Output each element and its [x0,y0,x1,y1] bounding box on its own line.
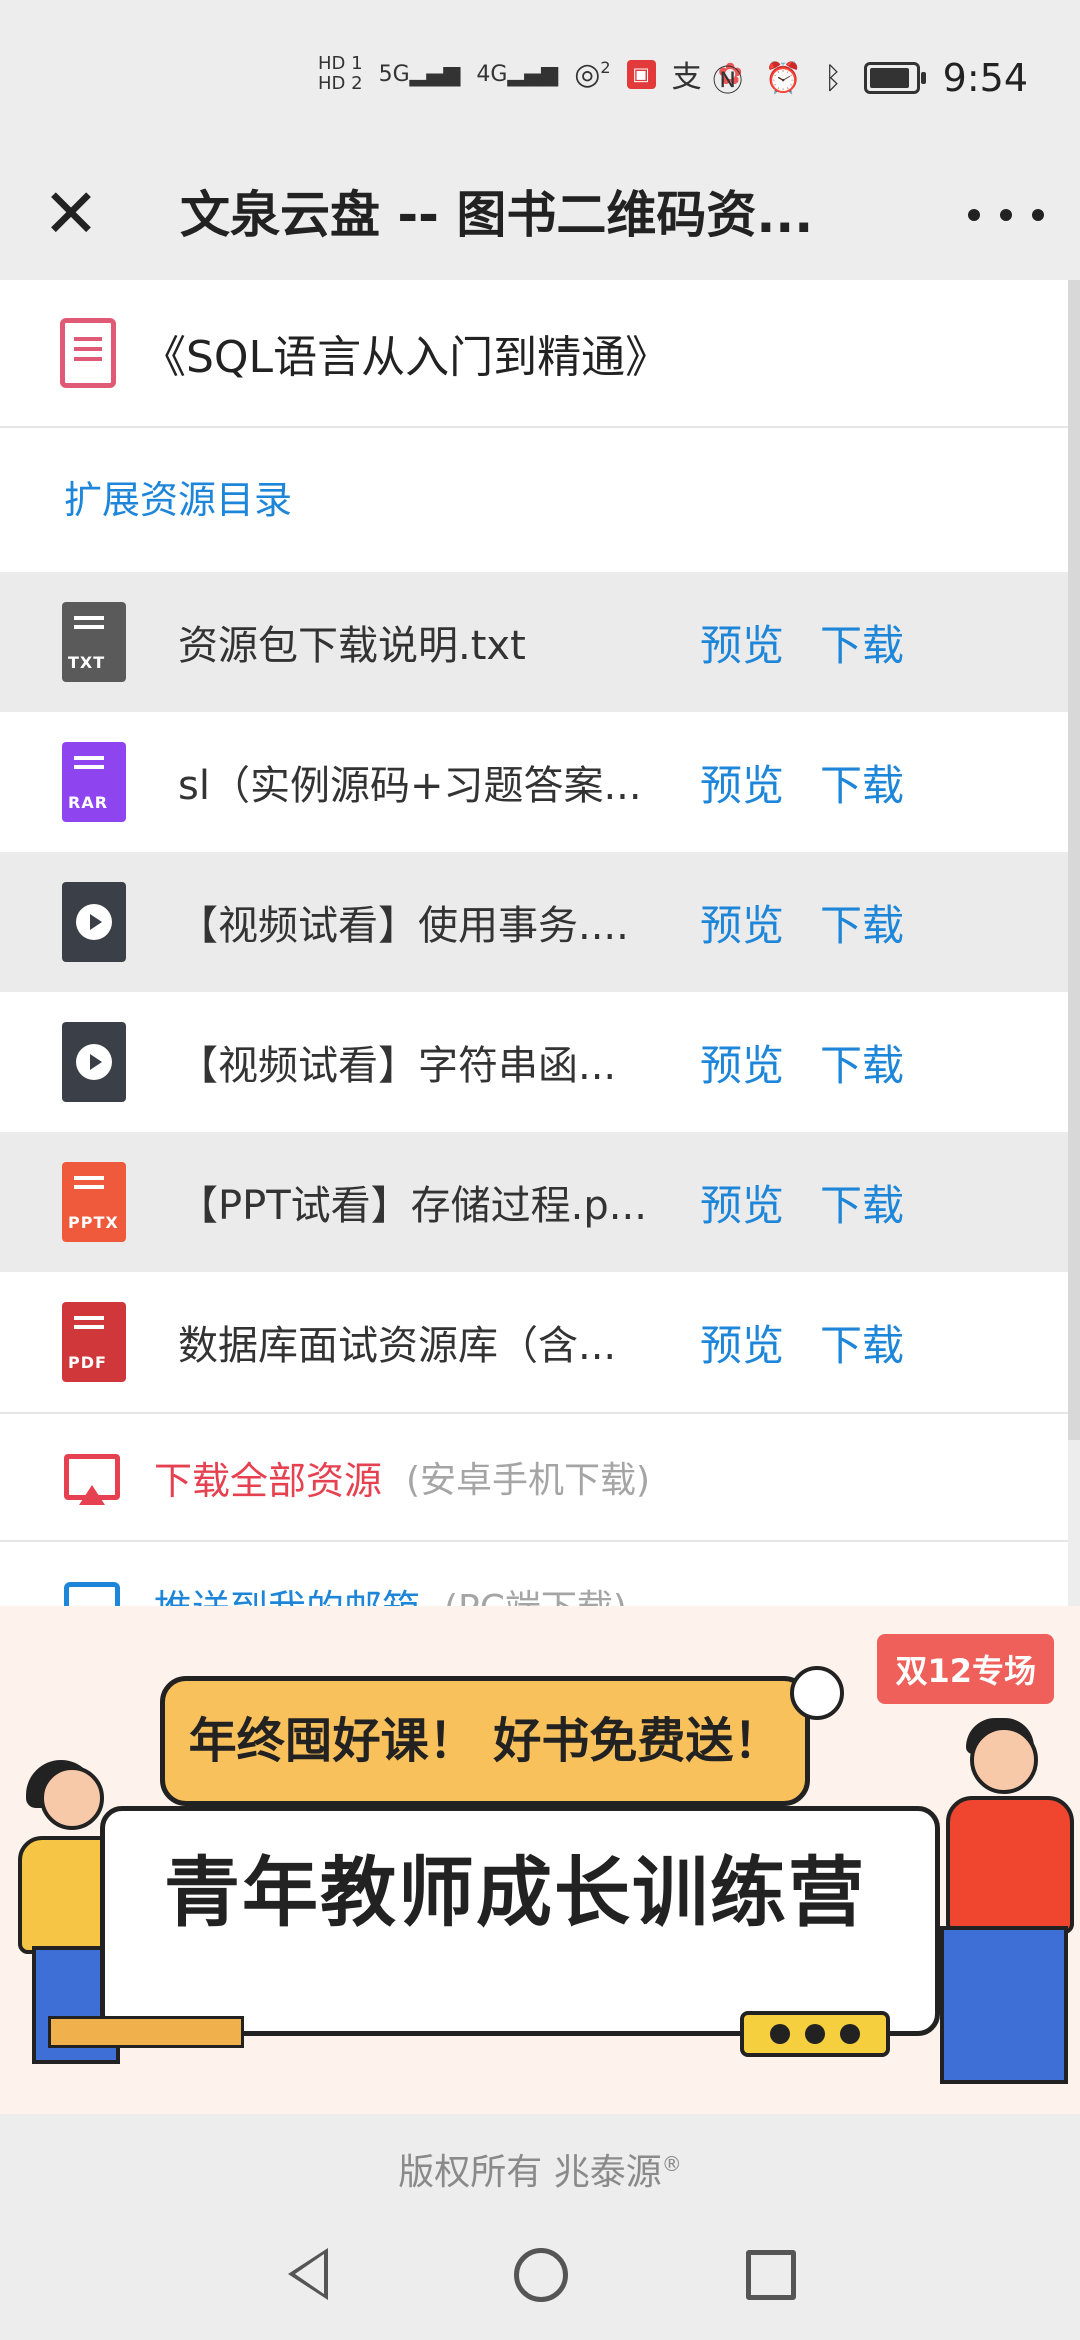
banner-bubble: 年终囤好课！ 好书免费送！ [160,1676,810,1806]
book-title: 《SQL语言从入门到精通》 [142,332,670,383]
pptx-file-icon: PPTX [62,1162,126,1242]
hotspot-icon: ◎2 [574,56,611,92]
preview-button[interactable]: 预览 [700,612,806,673]
dual-sim-indicator: HD 1 HD 2 [318,54,363,94]
book-header: 《SQL语言从入门到精通》 [0,280,1068,428]
banner-badge: 双12专场 [877,1634,1054,1704]
download-button[interactable]: 下载 [820,892,926,953]
file-row: PDF 数据库面试资源库（含... 预览 下载 [0,1272,1068,1412]
download-all-row[interactable]: 下载全部资源 (安卓手机下载) [0,1412,1068,1540]
file-row: TXT 资源包下载说明.txt 预览 下载 [0,572,1068,712]
push-email-row[interactable]: 推送到我的邮箱 (PC端下载) [0,1540,1068,1610]
nfc-icon: Ⓝ [712,64,743,99]
app-notification-icon: ▣ [626,59,656,89]
file-name: 【视频试看】字符串函... [178,1043,617,1089]
status-right-icons: Ⓝ ⏰ ᛒ [712,56,926,100]
ruler-decoration [48,2016,244,2048]
scrollbar[interactable] [1068,280,1080,1440]
more-dots-icon[interactable] [968,188,1044,242]
alarm-icon: ⏰ [764,60,802,96]
recent-apps-icon[interactable] [746,2250,796,2300]
file-name: 【PPT试看】存储过程.p... [178,1183,647,1229]
file-row: 【视频试看】使用事务.... 预览 下载 [0,852,1068,992]
file-name: 【视频试看】使用事务.... [178,903,629,949]
signal-4g-icon: 4G▂▄▆ [476,61,559,87]
preview-button[interactable]: 预览 [700,892,806,953]
signal-5g-icon: 5G▂▄▆ [378,61,461,87]
file-row: PPTX 【PPT试看】存储过程.p... 预览 下载 [0,1132,1068,1272]
pdf-file-icon: PDF [62,1302,126,1382]
video-file-icon [62,882,126,962]
illustration-person-right [930,1718,1074,2106]
banner-headline: 青年教师成长训练营 [164,1848,866,1937]
download-button[interactable]: 下载 [820,1312,926,1373]
download-button[interactable]: 下载 [820,1172,926,1233]
hotspot-count: 2 [600,57,611,77]
download-button[interactable]: 下载 [820,1032,926,1093]
sim1-label: HD 1 [318,53,363,74]
section-title: 扩展资源目录 [64,478,293,522]
video-file-icon [62,1022,126,1102]
download-all-icon [64,1454,120,1505]
copyright-footer: 版权所有 兆泰源® [0,2114,1080,2214]
home-icon[interactable] [514,2248,568,2302]
lightbulb-icon [790,1666,844,1720]
clock: 9:54 [942,56,1028,100]
file-row: RAR sl（实例源码+习题答案... 预览 下载 [0,712,1068,852]
status-bar: HD 1 HD 2 5G▂▄▆ 4G▂▄▆ ◎2 ▣ 支 ✿ Ⓝ ⏰ ᛒ 9:5… [0,0,1080,150]
file-row: 【视频试看】字符串函... 预览 下载 [0,992,1068,1132]
file-name: 数据库面试资源库（含... [178,1323,617,1369]
page-title: 文泉云盘 -- 图书二维码资... [180,186,814,244]
download-button[interactable]: 下载 [820,752,926,813]
file-name: sl（实例源码+习题答案... [178,763,642,809]
preview-button[interactable]: 预览 [700,1032,806,1093]
preview-button[interactable]: 预览 [700,1172,806,1233]
system-navigation-bar [0,2214,1080,2340]
copyright-text: 版权所有 兆泰源 [398,2152,662,2193]
net1-label: 5G [378,61,410,87]
registered-mark: ® [661,2152,682,2176]
content-area[interactable]: 《SQL语言从入门到精通》 扩展资源目录 TXT 资源包下载说明.txt 预览 … [0,280,1068,1610]
dots-decoration [740,2011,890,2057]
preview-button[interactable]: 预览 [700,752,806,813]
download-all-link[interactable]: 下载全部资源 [154,1450,382,1505]
download-button[interactable]: 下载 [820,612,926,673]
battery-icon [864,62,926,94]
sim2-label: HD 2 [318,73,363,94]
title-bar: ✕ 文泉云盘 -- 图书二维码资... [0,150,1080,280]
back-icon[interactable] [288,2248,328,2300]
status-left-icons: HD 1 HD 2 5G▂▄▆ 4G▂▄▆ ◎2 ▣ 支 ✿ [318,52,743,96]
rar-file-icon: RAR [62,742,126,822]
net2-label: 4G [476,61,508,87]
bluetooth-icon: ᛒ [824,60,842,96]
book-icon [60,318,116,388]
download-all-note: (安卓手机下载) [406,1460,651,1501]
close-icon[interactable]: ✕ [36,180,106,250]
file-name: 资源包下载说明.txt [178,623,526,669]
alipay-icon: 支 [671,60,702,95]
txt-file-icon: TXT [62,602,126,682]
preview-button[interactable]: 预览 [700,1312,806,1373]
promo-banner[interactable]: 年终囤好课！ 好书免费送！ 青年教师成长训练营 双12专场 [0,1606,1080,2114]
